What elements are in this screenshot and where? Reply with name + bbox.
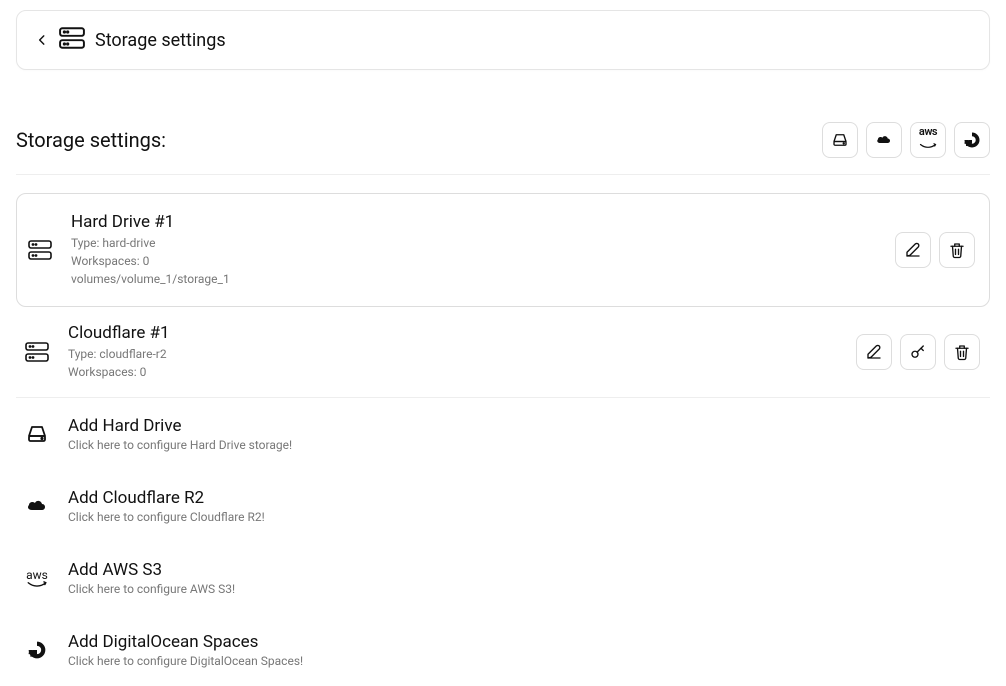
storage-path: volumes/volume_1/storage_1 — [71, 270, 877, 288]
server-icon — [59, 27, 85, 53]
section-title: Storage settings: — [16, 128, 166, 152]
storage-actions — [856, 334, 980, 370]
storage-actions — [895, 232, 975, 268]
server-icon — [27, 240, 53, 260]
storage-workspaces: Workspaces: 0 — [71, 252, 877, 270]
delete-button[interactable] — [939, 232, 975, 268]
add-title: Add AWS S3 — [68, 560, 235, 580]
add-cloudflare-button[interactable] — [866, 122, 902, 158]
add-hard-drive-row[interactable]: Add Hard Drive Click here to configure H… — [16, 398, 990, 470]
server-icon — [24, 342, 50, 362]
edit-button[interactable] — [895, 232, 931, 268]
hard-drive-icon — [24, 424, 50, 444]
add-desc: Click here to configure Hard Drive stora… — [68, 438, 292, 452]
add-aws-button[interactable]: aws — [910, 122, 946, 158]
add-title: Add Cloudflare R2 — [68, 488, 265, 508]
add-title: Add Hard Drive — [68, 416, 292, 436]
add-desc: Click here to configure AWS S3! — [68, 582, 235, 596]
section-header: Storage settings: aws — [16, 122, 990, 175]
storage-section: Storage settings: aws — [16, 122, 990, 686]
cloud-icon — [24, 496, 50, 516]
storage-info: Hard Drive #1 Type: hard-drive Workspace… — [71, 212, 877, 288]
page-title: Storage settings — [95, 30, 226, 51]
edit-button[interactable] — [856, 334, 892, 370]
provider-buttons: aws — [822, 122, 990, 158]
digitalocean-icon — [24, 640, 50, 660]
add-digitalocean-button[interactable] — [954, 122, 990, 158]
storage-name: Hard Drive #1 — [71, 212, 877, 232]
add-title: Add DigitalOcean Spaces — [68, 632, 303, 652]
back-button[interactable] — [35, 31, 49, 49]
storage-type: Type: hard-drive — [71, 234, 877, 252]
add-cloudflare-row[interactable]: Add Cloudflare R2 Click here to configur… — [16, 470, 990, 542]
add-hard-drive-button[interactable] — [822, 122, 858, 158]
add-info: Add DigitalOcean Spaces Click here to co… — [68, 632, 303, 668]
add-aws-row[interactable]: aws Add AWS S3 Click here to configure A… — [16, 542, 990, 614]
delete-button[interactable] — [944, 334, 980, 370]
aws-icon: aws — [24, 569, 50, 588]
add-desc: Click here to configure Cloudflare R2! — [68, 510, 265, 524]
storage-row: Hard Drive #1 Type: hard-drive Workspace… — [16, 193, 990, 307]
storage-name: Cloudflare #1 — [68, 323, 838, 343]
add-info: Add AWS S3 Click here to configure AWS S… — [68, 560, 235, 596]
credentials-button[interactable] — [900, 334, 936, 370]
page-header: Storage settings — [16, 10, 990, 70]
add-info: Add Hard Drive Click here to configure H… — [68, 416, 292, 452]
add-info: Add Cloudflare R2 Click here to configur… — [68, 488, 265, 524]
storage-type: Type: cloudflare-r2 — [68, 345, 838, 363]
add-digitalocean-row[interactable]: Add DigitalOcean Spaces Click here to co… — [16, 614, 990, 686]
storage-row: Cloudflare #1 Type: cloudflare-r2 Worksp… — [16, 307, 990, 398]
add-desc: Click here to configure DigitalOcean Spa… — [68, 654, 303, 668]
storage-info: Cloudflare #1 Type: cloudflare-r2 Worksp… — [68, 323, 838, 381]
storage-workspaces: Workspaces: 0 — [68, 363, 838, 381]
